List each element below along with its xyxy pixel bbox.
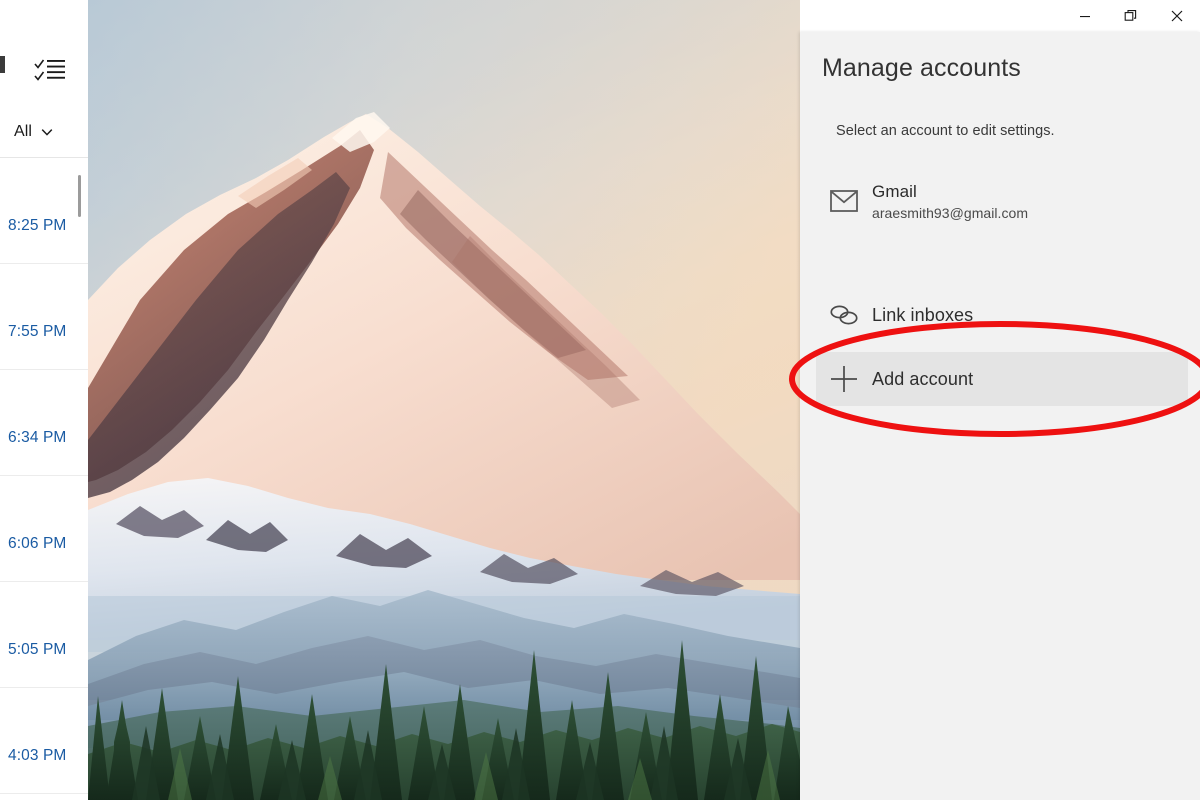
- message-list-scrollbar[interactable]: [78, 175, 81, 217]
- message-time: 5:05 PM: [8, 641, 67, 658]
- clipped-toolbar-icon[interactable]: [0, 56, 5, 73]
- link-inboxes-label: Link inboxes: [872, 304, 974, 325]
- message-list-toolbar: All: [0, 0, 88, 158]
- filter-label: All: [14, 123, 33, 140]
- background-photo: [88, 0, 800, 800]
- link-inboxes-button[interactable]: Link inboxes: [816, 288, 1188, 342]
- list-item[interactable]: 7:55 PM: [0, 264, 88, 370]
- restore-button[interactable]: [1108, 0, 1154, 32]
- list-item[interactable]: 8:25 PM: [0, 158, 88, 264]
- list-item[interactable]: 6:34 PM: [0, 370, 88, 476]
- link-chain-icon: [816, 288, 872, 342]
- list-item[interactable]: 6:06 PM: [0, 476, 88, 582]
- account-text: Gmail araesmith93@gmail.com: [872, 182, 1028, 221]
- list-item[interactable]: 5:05 PM: [0, 582, 88, 688]
- close-button[interactable]: [1154, 0, 1200, 32]
- minimize-button[interactable]: [1062, 0, 1108, 32]
- panel-subtitle: Select an account to edit settings.: [836, 123, 1055, 139]
- select-all-checklist-icon: [34, 59, 65, 81]
- restore-icon: [1124, 10, 1137, 21]
- message-time: 4:03 PM: [8, 747, 67, 764]
- message-time: 6:34 PM: [8, 429, 67, 446]
- message-rows: 8:25 PM 7:55 PM 6:34 PM 6:06 PM 5:05 PM …: [0, 158, 88, 794]
- message-list-pane[interactable]: All 8:25 PM 7:55 PM 6:34 PM 6:06 PM 5:05…: [0, 0, 88, 800]
- account-name: Gmail: [872, 181, 917, 201]
- window-titlebar: [88, 0, 1200, 32]
- chevron-down-icon: [41, 129, 53, 136]
- message-time: 8:25 PM: [8, 217, 67, 234]
- page-title: Manage accounts: [822, 54, 1021, 82]
- message-time: 7:55 PM: [8, 323, 67, 340]
- account-item-gmail[interactable]: Gmail araesmith93@gmail.com: [816, 168, 1188, 234]
- minimize-icon: [1080, 16, 1090, 18]
- plus-icon: [816, 352, 872, 406]
- filter-dropdown[interactable]: All: [0, 116, 88, 148]
- select-all-button[interactable]: [34, 57, 66, 83]
- manage-accounts-panel: Manage accounts Select an account to edi…: [800, 32, 1200, 800]
- envelope-icon: [816, 168, 872, 234]
- account-email: araesmith93@gmail.com: [872, 204, 1029, 221]
- message-time: 6:06 PM: [8, 535, 67, 552]
- mount-rainier-photo: [88, 0, 800, 800]
- add-account-label: Add account: [872, 368, 974, 389]
- mail-app-window: All 8:25 PM 7:55 PM 6:34 PM 6:06 PM 5:05…: [0, 0, 1200, 800]
- add-account-button[interactable]: Add account: [816, 352, 1188, 406]
- close-icon: [1171, 10, 1183, 22]
- list-item[interactable]: 4:03 PM: [0, 688, 88, 794]
